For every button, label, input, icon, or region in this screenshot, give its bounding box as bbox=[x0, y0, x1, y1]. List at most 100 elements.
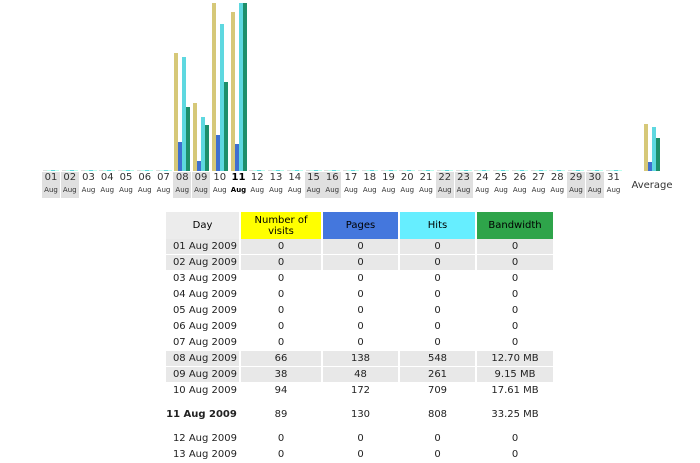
hits-cell: 0 bbox=[400, 271, 475, 287]
bar-group bbox=[174, 0, 191, 171]
day-month: Aug bbox=[381, 186, 396, 194]
hits-cell: 0 bbox=[400, 335, 475, 351]
day-label: 14 Aug bbox=[286, 172, 304, 198]
day-column: 25 Aug bbox=[492, 0, 510, 205]
bandwidth-cell: 9.15 MB bbox=[477, 367, 553, 383]
day-cell: 08 Aug 2009 bbox=[166, 351, 239, 367]
day-label: 25 Aug bbox=[492, 172, 510, 198]
visits-cell: 0 bbox=[241, 255, 321, 271]
day-label: 11 Aug bbox=[230, 172, 248, 198]
day-label: 15 Aug bbox=[304, 172, 323, 198]
day-month: Aug bbox=[230, 186, 247, 194]
bandwidth-bar bbox=[486, 170, 491, 171]
bar-group bbox=[455, 0, 473, 171]
day-column: 12 Aug bbox=[248, 0, 266, 205]
day-month: Aug bbox=[475, 186, 490, 194]
day-column: 07 Aug bbox=[155, 0, 173, 205]
day-month: Aug bbox=[306, 186, 321, 194]
day-label: 18 Aug bbox=[361, 172, 379, 198]
bar-group bbox=[118, 0, 135, 171]
day-month: Aug bbox=[175, 186, 190, 194]
header-pages: Pages bbox=[323, 212, 398, 239]
day-number: 24 bbox=[475, 172, 489, 183]
day-label: 28 Aug bbox=[548, 172, 566, 198]
day-cell: 01 Aug 2009 bbox=[166, 239, 239, 255]
bandwidth-cell: 0 bbox=[477, 319, 553, 335]
day-label: 17 Aug bbox=[342, 172, 360, 198]
bar-group bbox=[61, 0, 79, 171]
day-month: Aug bbox=[156, 186, 171, 194]
header-visits: Number of visits bbox=[241, 212, 321, 239]
day-number: 12 bbox=[250, 172, 264, 183]
visits-cell: 0 bbox=[241, 431, 321, 447]
day-number: 14 bbox=[288, 172, 302, 183]
visits-cell: 66 bbox=[241, 351, 321, 367]
day-month: Aug bbox=[250, 186, 265, 194]
day-column: 20 Aug bbox=[398, 0, 416, 205]
day-number: 01 bbox=[44, 172, 58, 183]
pages-cell: 0 bbox=[323, 303, 398, 319]
bar-group bbox=[511, 0, 529, 171]
hits-cell: 0 bbox=[400, 431, 475, 447]
bandwidth-bar bbox=[298, 170, 303, 171]
pages-cell: 138 bbox=[323, 351, 398, 367]
hits-cell: 261 bbox=[400, 367, 475, 383]
day-cell: 10 Aug 2009 bbox=[166, 383, 239, 399]
bandwidth-bar bbox=[186, 107, 191, 171]
day-column: 30 Aug bbox=[585, 0, 604, 205]
day-label: 23 Aug bbox=[454, 172, 473, 198]
day-column: 09 Aug bbox=[192, 0, 210, 205]
day-column: 13 Aug bbox=[267, 0, 285, 205]
day-number: 15 bbox=[307, 172, 320, 183]
day-column: 11 Aug bbox=[230, 0, 248, 205]
bar-group bbox=[193, 0, 210, 171]
day-column: 17 Aug bbox=[342, 0, 360, 205]
day-column: 26 Aug bbox=[511, 0, 529, 205]
day-column: 10 Aug bbox=[211, 0, 229, 205]
day-cell: 04 Aug 2009 bbox=[166, 287, 239, 303]
day-column: 08 Aug bbox=[173, 0, 192, 205]
bandwidth-bar bbox=[336, 170, 341, 171]
day-month: Aug bbox=[419, 186, 433, 194]
day-cell: 06 Aug 2009 bbox=[166, 319, 239, 335]
visits-cell: 0 bbox=[241, 287, 321, 303]
day-label: 06 Aug bbox=[136, 172, 154, 198]
bar-group bbox=[249, 0, 266, 171]
bandwidth-bar bbox=[261, 170, 266, 171]
day-label: 01 Aug bbox=[42, 172, 60, 198]
visits-cell: 0 bbox=[241, 271, 321, 287]
bandwidth-bar bbox=[111, 170, 116, 171]
bandwidth-cell: 12.70 MB bbox=[477, 351, 553, 367]
day-label: 12 Aug bbox=[248, 172, 266, 198]
bar-group bbox=[155, 0, 173, 171]
day-label: 22 Aug bbox=[435, 172, 454, 198]
day-number: 02 bbox=[63, 172, 77, 183]
bar-group bbox=[530, 0, 548, 171]
bandwidth-cell: 0 bbox=[477, 255, 553, 271]
day-number: 26 bbox=[513, 172, 527, 183]
visits-cell: 38 bbox=[241, 367, 321, 383]
bandwidth-bar bbox=[167, 170, 172, 171]
table-row: 04 Aug 2009 0 0 0 0 bbox=[166, 287, 553, 303]
pages-cell: 0 bbox=[323, 255, 398, 271]
bandwidth-bar bbox=[411, 170, 416, 171]
day-month: Aug bbox=[569, 186, 583, 194]
bandwidth-bar bbox=[355, 170, 359, 171]
table-header-row: Day Number of visits Pages Hits Bandwidt… bbox=[166, 212, 553, 239]
day-label: 16 Aug bbox=[323, 172, 342, 198]
table-row: 07 Aug 2009 0 0 0 0 bbox=[166, 335, 553, 351]
day-number: 23 bbox=[457, 172, 470, 183]
day-column: 04 Aug bbox=[98, 0, 116, 205]
day-cell: 07 Aug 2009 bbox=[166, 335, 239, 351]
day-month: Aug bbox=[44, 186, 58, 194]
bar-group bbox=[286, 0, 304, 171]
bandwidth-bar bbox=[580, 170, 584, 171]
day-number: 13 bbox=[269, 172, 283, 183]
day-number: 10 bbox=[213, 172, 227, 183]
bar-group bbox=[380, 0, 398, 171]
bandwidth-bar bbox=[430, 170, 434, 171]
day-month: Aug bbox=[269, 186, 283, 194]
bandwidth-bar bbox=[656, 138, 660, 171]
day-label: 21 Aug bbox=[417, 172, 435, 198]
day-number: 22 bbox=[438, 172, 452, 183]
